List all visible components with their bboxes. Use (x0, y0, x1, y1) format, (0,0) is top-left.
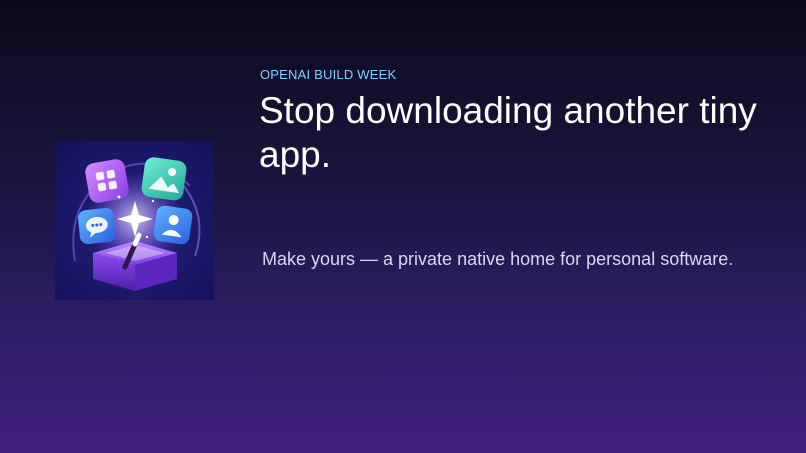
grid-app-icon (85, 159, 129, 203)
app-illustration (55, 141, 214, 300)
event-kicker: OPENAI BUILD WEEK (260, 67, 397, 82)
tagline: Make yours — a private native home for p… (262, 249, 734, 269)
chat-app-icon (78, 208, 116, 245)
headline: Stop downloading another tiny app. (259, 90, 757, 175)
person-app-icon (153, 205, 193, 245)
photo-app-icon (141, 157, 187, 201)
slide: OPENAI BUILD WEEK Stop downloading anoth… (0, 0, 806, 453)
